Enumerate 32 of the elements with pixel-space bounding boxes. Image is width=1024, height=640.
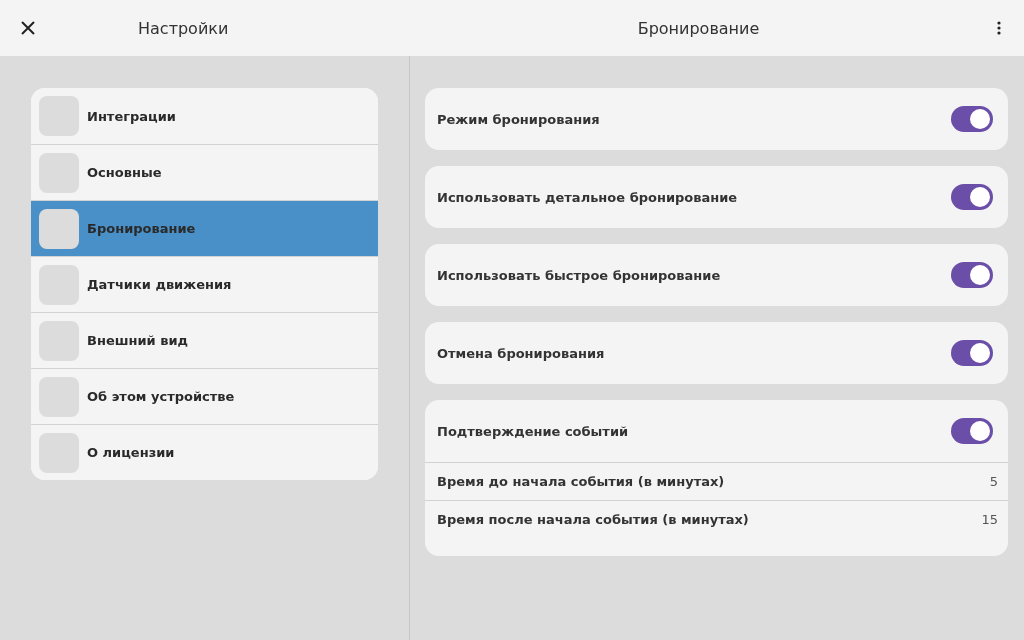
item-icon-placeholder bbox=[39, 152, 79, 193]
setting-label: Отмена бронирования bbox=[437, 345, 605, 361]
setting-label: Время до начала события (в минутах) bbox=[437, 474, 725, 489]
setting-label: Подтверждение событий bbox=[437, 423, 629, 439]
toggle-switch[interactable] bbox=[951, 106, 993, 132]
page-title: Бронирование bbox=[636, 18, 761, 38]
item-icon-placeholder bbox=[39, 96, 79, 136]
item-icon-placeholder bbox=[39, 264, 79, 305]
menu-item-label: Об этом устройстве bbox=[87, 389, 235, 404]
item-icon-placeholder bbox=[39, 432, 79, 473]
menu-item-label: Бронирование bbox=[87, 221, 196, 236]
toggle-switch[interactable] bbox=[951, 340, 993, 366]
menu-item-label: Основные bbox=[87, 165, 162, 180]
setting-value[interactable]: 15 bbox=[981, 512, 998, 527]
menu-item-label: Датчики движения bbox=[87, 277, 232, 292]
menu-item-label: Интеграции bbox=[87, 108, 176, 124]
setting-label: Режим бронирования bbox=[437, 111, 600, 127]
item-icon-placeholder bbox=[39, 320, 79, 361]
setting-label: Использовать быстрое бронирование bbox=[437, 267, 721, 283]
item-icon-placeholder bbox=[39, 208, 79, 249]
item-icon-placeholder bbox=[39, 376, 79, 417]
setting-label: Использовать детальное бронирование bbox=[437, 189, 738, 205]
menu-item-label: Внешний вид bbox=[87, 333, 189, 348]
setting-label: Время после начала события (в минутах) bbox=[437, 512, 749, 527]
menu-item-label: О лицензии bbox=[87, 445, 175, 460]
menu-item[interactable]: Бронирование bbox=[31, 200, 378, 256]
header-title: Настройки bbox=[138, 18, 229, 38]
toggle-switch[interactable] bbox=[951, 418, 993, 444]
toggle-switch[interactable] bbox=[951, 184, 993, 210]
toggle-switch[interactable] bbox=[951, 262, 993, 288]
setting-value[interactable]: 5 bbox=[989, 474, 998, 489]
menu-item[interactable]: О лицензии bbox=[31, 424, 378, 480]
